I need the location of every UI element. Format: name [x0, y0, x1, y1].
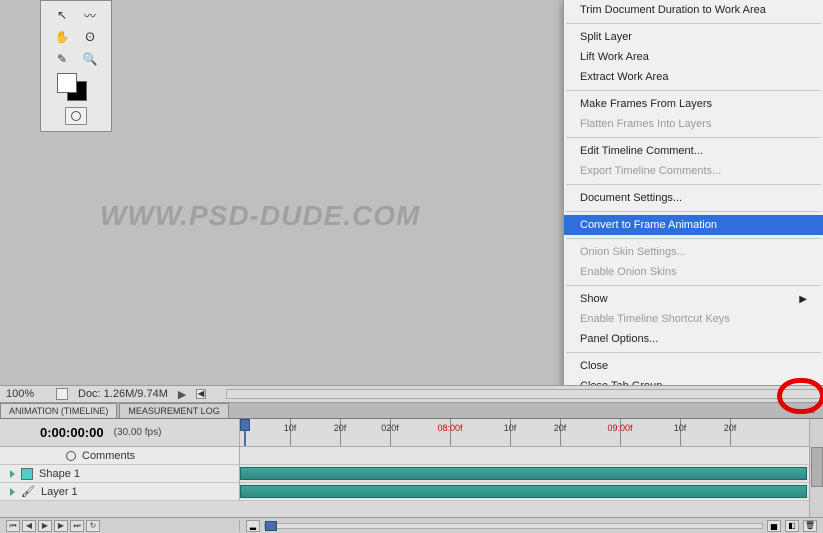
ruler-label: 20f [334, 423, 347, 433]
layer-name: Layer 1 [41, 486, 78, 498]
end-button[interactable]: ⏭ [70, 520, 84, 532]
zoom-tool[interactable]: 🔍 [78, 49, 102, 69]
ruler-label: 10f [284, 423, 297, 433]
tab-measurement[interactable]: MEASUREMENT LOG [119, 403, 228, 418]
menu-separator [566, 137, 821, 138]
timeline-row[interactable]: Comments [0, 447, 823, 465]
zoom-in-icon[interactable]: ▅ [767, 520, 781, 532]
zoom-slider-thumb[interactable] [265, 521, 277, 531]
arrow-tool[interactable]: ↖ [50, 5, 74, 25]
ruler-label: 09:00f [607, 423, 632, 433]
ruler-label: 10f [504, 423, 517, 433]
menu-item: Export Timeline Comments... [564, 161, 823, 181]
foreground-swatch[interactable] [57, 73, 77, 93]
track[interactable] [240, 447, 823, 464]
brush-icon: 🖌 [21, 485, 35, 498]
current-time[interactable]: 0:00:00:00 [40, 425, 104, 440]
tab-animation[interactable]: ANIMATION (TIMELINE) [0, 403, 117, 418]
zoom-out-icon[interactable]: ▂ [246, 520, 260, 532]
play-button[interactable]: ▶ [38, 520, 52, 532]
menu-separator [566, 238, 821, 239]
layer-name: Comments [82, 450, 135, 462]
menu-separator [566, 90, 821, 91]
ruler-label: 020f [381, 423, 399, 433]
track[interactable] [240, 483, 823, 500]
zoom-slider[interactable] [264, 523, 763, 529]
doc-size: Doc: 1.26M/9.74M [78, 388, 168, 400]
menu-item[interactable]: Show▶ [564, 289, 823, 309]
expand-icon[interactable] [10, 470, 15, 478]
lasso-tool[interactable]: 〰 [78, 5, 102, 25]
panel-tabs: ANIMATION (TIMELINE) MEASUREMENT LOG [0, 403, 823, 419]
eyedropper-tool[interactable]: ✎ [50, 49, 74, 69]
status-bar: 100% Doc: 1.26M/9.74M ▶ ◄ [0, 385, 823, 403]
zoom-value[interactable]: 100% [6, 388, 46, 400]
menu-separator [566, 285, 821, 286]
lasso2-tool[interactable]: ʘ [78, 27, 102, 47]
color-swatches[interactable] [43, 73, 109, 103]
time-ruler[interactable]: 10f 20f 020f 08:00f 10f 20f 09:00f 10f 20f [240, 419, 823, 446]
ruler-label: 20f [554, 423, 567, 433]
menu-separator [566, 352, 821, 353]
expand-icon[interactable] [10, 488, 15, 496]
menu-item[interactable]: Document Settings... [564, 188, 823, 208]
layer-name: Shape 1 [39, 468, 80, 480]
menu-separator [566, 23, 821, 24]
delete-icon[interactable]: 🗑 [803, 520, 817, 532]
watermark-text: WWW.PSD-DUDE.COM [100, 200, 420, 232]
menu-item[interactable]: Extract Work Area [564, 67, 823, 87]
toolbox: ↖ 〰 ✋ ʘ ✎ 🔍 [40, 0, 112, 132]
menu-item[interactable]: Convert to Frame Animation [564, 215, 823, 235]
hscroll-left[interactable]: ◄ [196, 389, 206, 399]
clip[interactable] [240, 467, 807, 480]
track[interactable] [240, 465, 823, 482]
menu-item[interactable]: Split Layer [564, 27, 823, 47]
loop-button[interactable]: ↻ [86, 520, 100, 532]
menu-item[interactable]: Edit Timeline Comment... [564, 141, 823, 161]
menu-separator [566, 184, 821, 185]
menu-item[interactable]: Trim Document Duration to Work Area [564, 0, 823, 20]
status-arrow-icon[interactable]: ▶ [178, 388, 186, 401]
status-mini-button[interactable] [56, 388, 68, 400]
hscroll-track[interactable] [226, 389, 823, 399]
playback-controls: ⏮ ◀ ▶ ▶ ⏭ ↻ [0, 520, 240, 532]
onion-icon[interactable]: ◧ [785, 520, 799, 532]
next-frame-button[interactable]: ▶ [54, 520, 68, 532]
fps-label: (30.00 fps) [114, 427, 162, 438]
hand-tool[interactable]: ✋ [50, 27, 74, 47]
menu-separator [566, 211, 821, 212]
ruler-label: 20f [724, 423, 737, 433]
timeline-panel: 0:00:00:00 (30.00 fps) 10f20f020f08:00f1… [0, 419, 823, 533]
ruler-label: 08:00f [437, 423, 462, 433]
timeline-flyout-menu: Trim Document Duration to Work Area Split… [563, 0, 823, 397]
menu-item[interactable]: Make Frames From Layers [564, 94, 823, 114]
timeline-row[interactable]: 🖌 Layer 1 [0, 483, 823, 501]
annotation-circle [777, 378, 823, 414]
menu-item[interactable]: Panel Options... [564, 329, 823, 349]
prev-frame-button[interactable]: ◀ [22, 520, 36, 532]
timeline-row[interactable]: Shape 1 [0, 465, 823, 483]
quickmask-button[interactable] [65, 107, 87, 125]
playhead[interactable] [240, 419, 250, 446]
clock-icon [66, 451, 76, 461]
menu-item[interactable]: Lift Work Area [564, 47, 823, 67]
menu-item: Flatten Frames Into Layers [564, 114, 823, 134]
menu-item: Onion Skin Settings... [564, 242, 823, 262]
clip[interactable] [240, 485, 807, 498]
menu-item: Enable Timeline Shortcut Keys [564, 309, 823, 329]
layer-thumb [21, 468, 33, 480]
ruler-label: 10f [674, 423, 687, 433]
menu-item: Enable Onion Skins [564, 262, 823, 282]
timeline-vscroll[interactable] [809, 419, 823, 533]
menu-item[interactable]: Close [564, 356, 823, 376]
rewind-button[interactable]: ⏮ [6, 520, 20, 532]
